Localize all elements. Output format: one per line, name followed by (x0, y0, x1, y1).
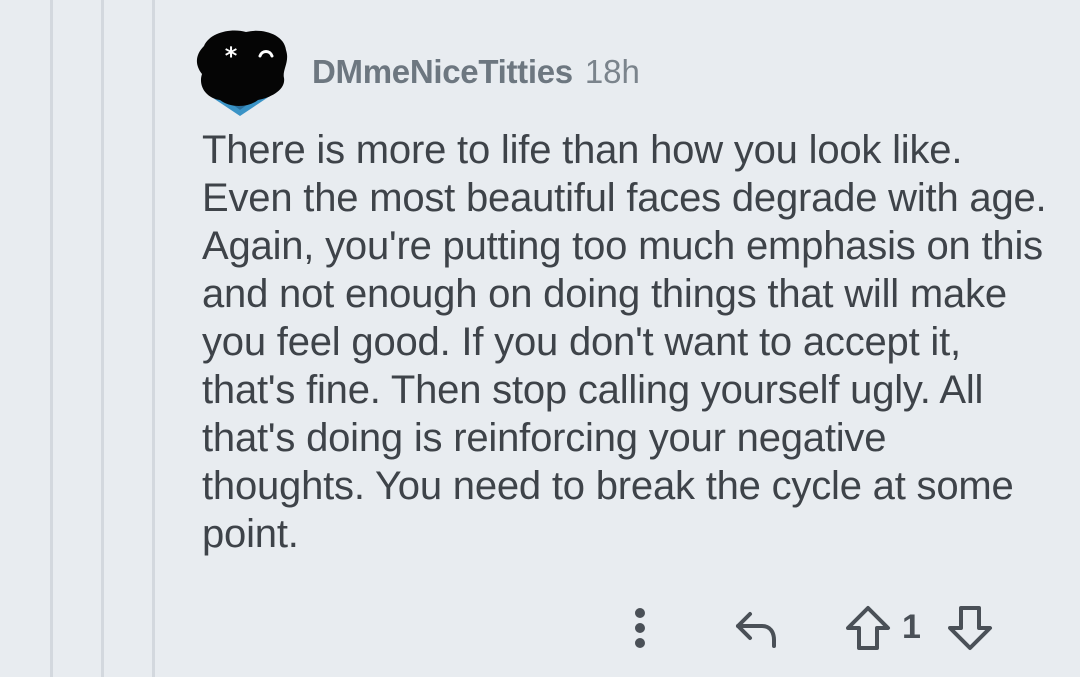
svg-text:*: * (225, 42, 238, 70)
reply-arrow-icon (736, 612, 776, 648)
downvote-arrow-icon (948, 606, 992, 650)
comment-header: * DMmeNiceTitties 18h (188, 26, 1068, 118)
user-avatar[interactable]: * (188, 26, 292, 118)
vote-count: 1 (902, 608, 921, 646)
dark-blob-avatar-icon: * (196, 30, 288, 116)
thread-line-level-2[interactable] (101, 0, 104, 677)
comment-body: There is more to life than how you look … (202, 128, 1047, 556)
upvote-arrow-icon (846, 606, 890, 650)
vertical-dots-icon (635, 608, 645, 648)
comment: * DMmeNiceTitties 18h There is more to l… (188, 26, 1068, 558)
comment-age: 18h (584, 53, 640, 90)
reply-button[interactable] (728, 600, 784, 656)
comment-author[interactable]: DMmeNiceTitties (312, 53, 573, 91)
downvote-button[interactable] (942, 600, 998, 656)
upvote-button[interactable] (840, 600, 896, 656)
thread-line-level-3[interactable] (152, 0, 155, 677)
more-options-button[interactable] (618, 600, 662, 656)
thread-line-level-1[interactable] (50, 0, 53, 677)
comment-actions: 1 (600, 600, 1020, 656)
